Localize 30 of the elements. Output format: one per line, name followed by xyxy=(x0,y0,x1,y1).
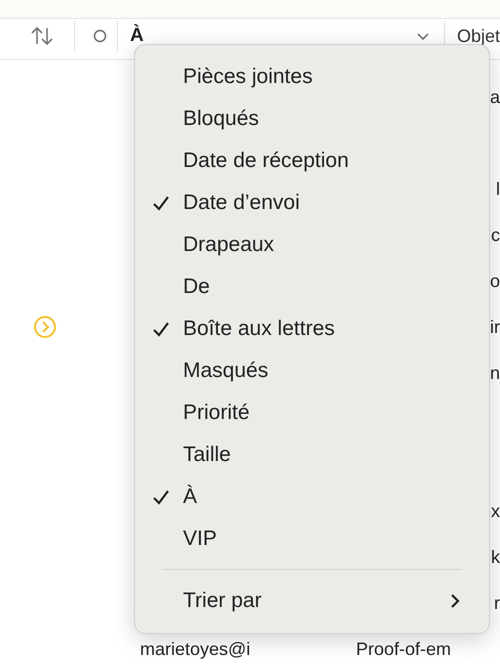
menu-item[interactable]: VIP xyxy=(135,518,489,560)
menu-item[interactable]: À xyxy=(135,476,489,518)
menu-item[interactable]: Priorité xyxy=(135,392,489,434)
chevron-down-icon[interactable] xyxy=(416,31,430,41)
menu-item[interactable]: Bloqués xyxy=(135,98,489,140)
menu-item[interactable]: Taille xyxy=(135,434,489,476)
menu-item[interactable]: De xyxy=(135,266,489,308)
subject-text: a xyxy=(490,86,500,108)
column-header[interactable]: À xyxy=(130,25,144,47)
subject-text: k xyxy=(491,546,500,568)
subject-text: l xyxy=(496,178,500,200)
subject-text: o xyxy=(490,270,500,292)
menu-item[interactable]: Pièces jointes xyxy=(135,56,489,98)
menu-item[interactable]: Boîte aux lettres xyxy=(135,308,489,350)
menu-item[interactable]: Drapeaux xyxy=(135,224,489,266)
submenu-item[interactable]: Trier par xyxy=(135,579,489,623)
chevron-right-icon xyxy=(449,593,461,609)
menu-item[interactable]: Date d’envoi xyxy=(135,182,489,224)
circle-icon[interactable] xyxy=(93,29,107,43)
menu-item[interactable]: Masqués xyxy=(135,350,489,392)
sender-text: marietoyes@i xyxy=(140,638,250,660)
subject-text: ir xyxy=(490,316,500,338)
sort-icon[interactable] xyxy=(30,25,54,47)
subject-text: r xyxy=(494,592,500,614)
menu-item[interactable]: Date de réception xyxy=(135,140,489,182)
column-header[interactable]: Objet xyxy=(456,26,500,46)
subject-text: n xyxy=(490,362,500,384)
subject-text: x xyxy=(491,500,500,522)
subject-text: Proof-of-em xyxy=(356,638,452,660)
subject-text: c xyxy=(491,224,500,246)
